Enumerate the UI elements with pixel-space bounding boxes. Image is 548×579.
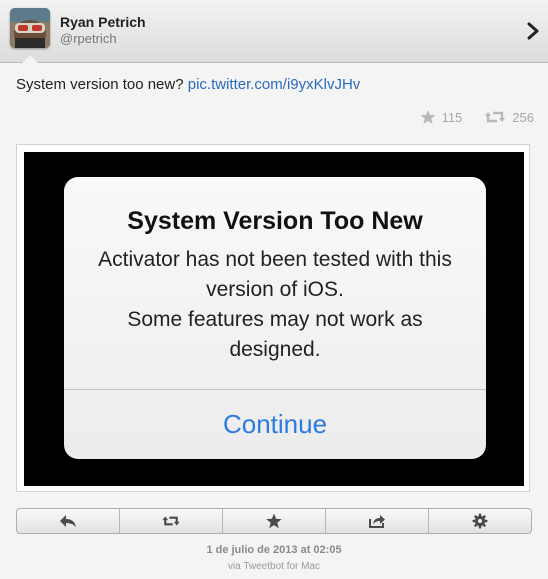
avatar[interactable]: [10, 8, 50, 48]
alert-message-line: Activator has not been tested with this: [98, 248, 452, 271]
media-image[interactable]: System Version Too New Activator has not…: [24, 152, 524, 486]
favorite-count: 115: [441, 109, 463, 125]
reply-icon: [60, 515, 76, 527]
settings-button[interactable]: [429, 509, 531, 533]
tweet-counts: 115 256: [420, 108, 534, 126]
retweet-button[interactable]: [120, 509, 223, 533]
alert-message: Activator has not been tested with this …: [84, 245, 466, 365]
user-handle[interactable]: @rpetrich: [60, 31, 117, 46]
star-icon: [266, 513, 282, 529]
reply-button[interactable]: [17, 509, 120, 533]
tweet-date: 1 de julio de 2013 at 02:05: [206, 544, 342, 556]
avatar-image: [10, 8, 50, 48]
alert-dialog: System Version Too New Activator has not…: [64, 177, 486, 459]
retweet-count: 256: [512, 109, 534, 125]
header-notch: [22, 55, 38, 63]
alert-title: System Version Too New: [127, 207, 423, 235]
tweet-text: System version too new? pic.twitter.com/…: [16, 76, 360, 93]
tweet-header[interactable]: Ryan Petrich @rpetrich: [0, 0, 548, 63]
tweet-action-toolbar: [16, 508, 532, 534]
alert-message-line: designed.: [229, 338, 321, 361]
retweet-icon: [485, 111, 506, 123]
share-icon: [369, 515, 385, 528]
star-icon: [420, 110, 436, 124]
gear-icon: [472, 513, 488, 529]
alert-message-line: Some features may not work as: [127, 308, 423, 331]
favorite-button[interactable]: [223, 509, 326, 533]
continue-button[interactable]: Continue: [64, 390, 486, 459]
chevron-right-icon[interactable]: [526, 22, 540, 40]
user-name[interactable]: Ryan Petrich: [60, 14, 146, 30]
tweet-source: via Tweetbot for Mac: [227, 561, 321, 572]
alert-message-line: version of iOS.: [206, 278, 344, 301]
retweet-icon: [162, 516, 180, 526]
tweet-media-link[interactable]: pic.twitter.com/i9yxKlvJHv: [188, 76, 361, 93]
tweet-text-body: System version too new?: [16, 76, 184, 93]
share-button[interactable]: [326, 509, 429, 533]
